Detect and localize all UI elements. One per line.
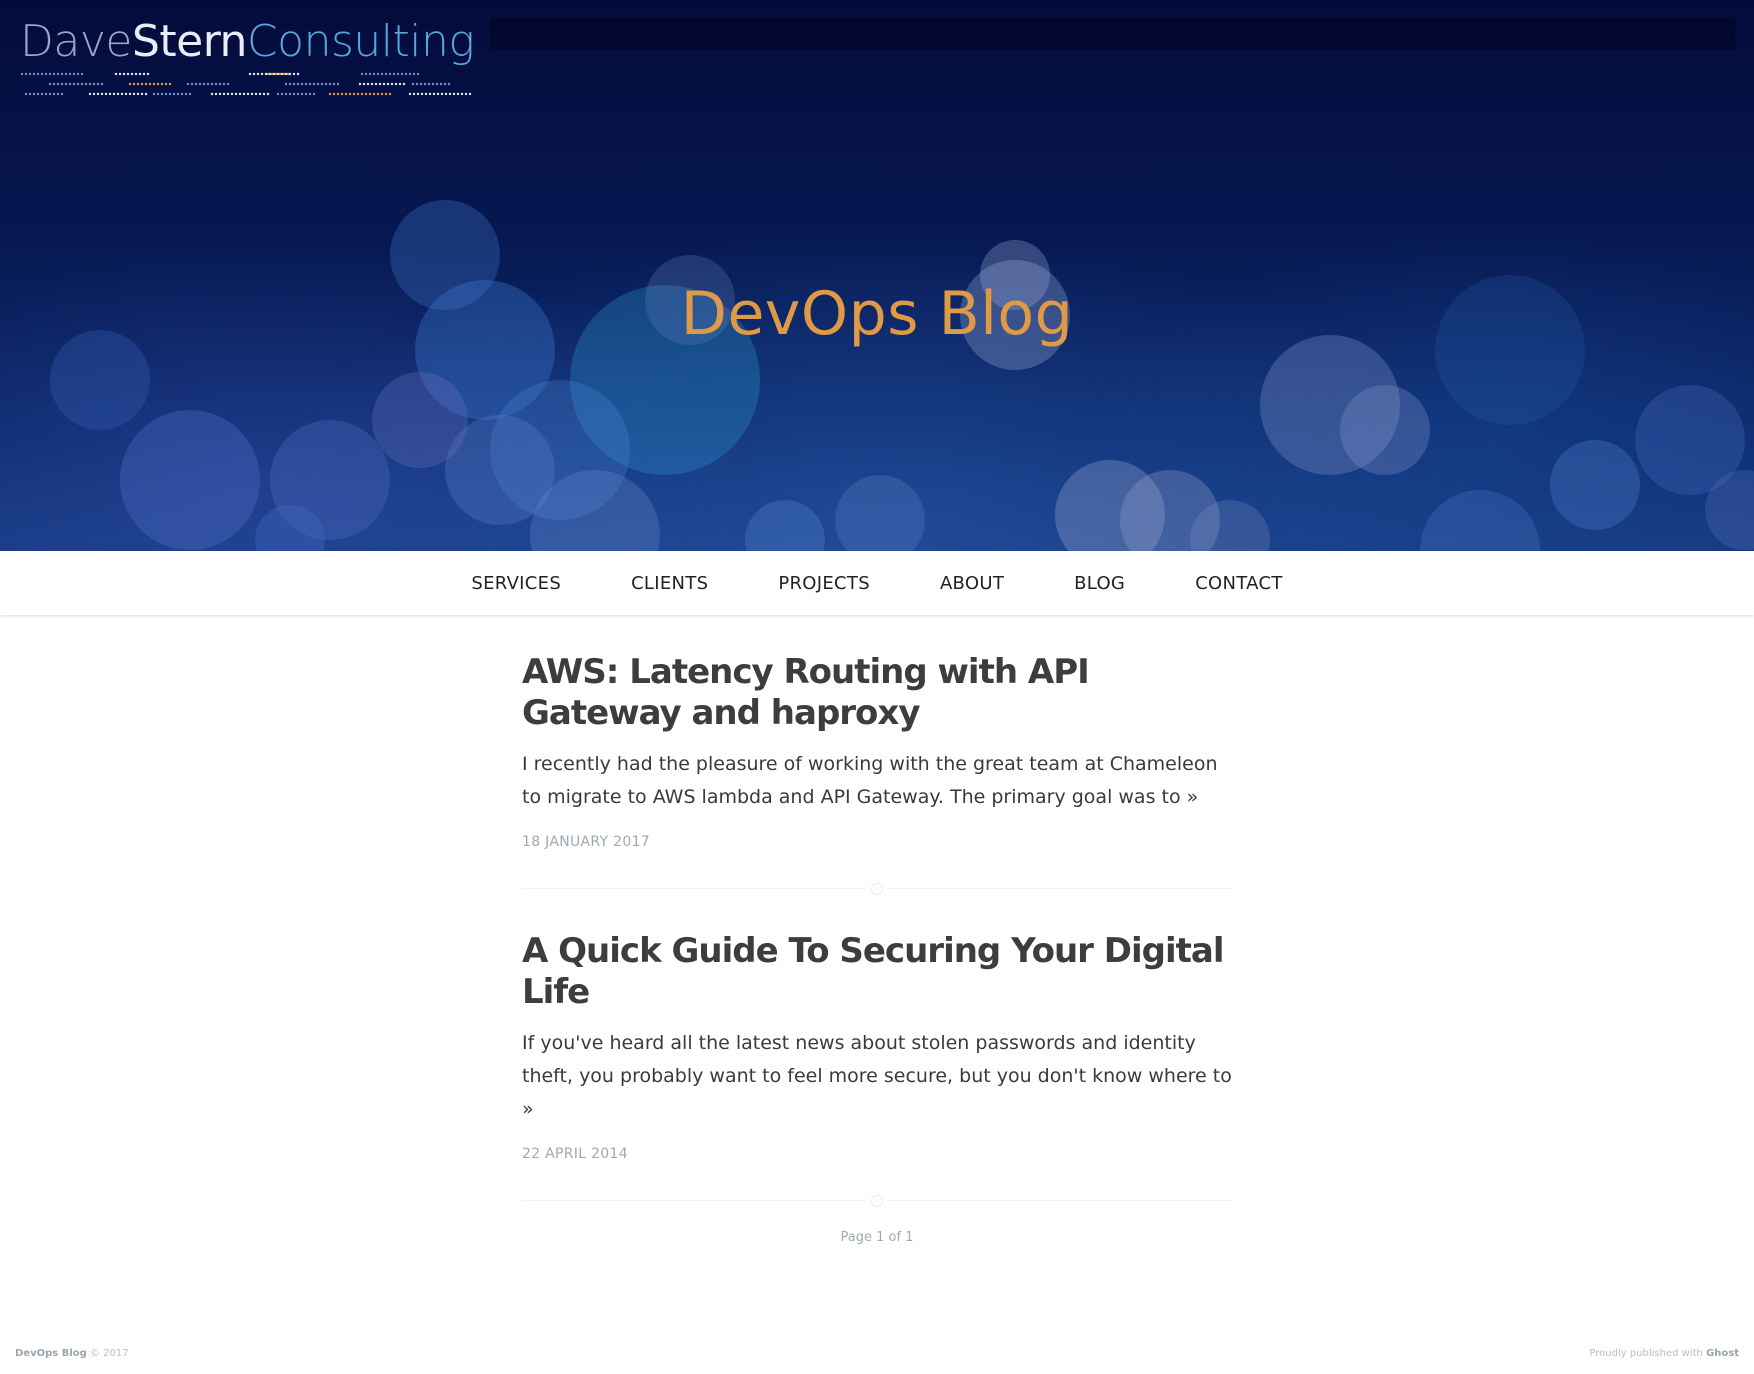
nav-item-services[interactable]: SERVICES: [471, 573, 561, 594]
post-divider: [522, 1195, 1232, 1207]
footer-copyright: DevOps Blog © 2017: [15, 1348, 129, 1359]
bokeh-circle: [1550, 440, 1640, 530]
post-excerpt: I recently had the pleasure of working w…: [522, 748, 1232, 814]
page-title: DevOps Blog: [680, 279, 1074, 350]
post-item: A Quick Guide To Securing Your Digital L…: [522, 931, 1232, 1162]
post-excerpt-text: I recently had the pleasure of working w…: [522, 753, 1218, 808]
post-title[interactable]: A Quick Guide To Securing Your Digital L…: [522, 931, 1232, 1013]
post-excerpt-text: If you've heard all the latest news abou…: [522, 1032, 1232, 1087]
bokeh-circle: [835, 475, 925, 551]
logo-last-name: Stern: [131, 16, 247, 67]
main-nav: SERVICES CLIENTS PROJECTS ABOUT BLOG CON…: [0, 551, 1754, 615]
post-item: AWS: Latency Routing with API Gateway an…: [522, 652, 1232, 850]
bokeh-circle: [1340, 385, 1430, 475]
post-divider: [522, 883, 1232, 895]
bokeh-circle: [1420, 490, 1540, 551]
logo-business: Consulting: [246, 16, 475, 67]
nav-item-clients[interactable]: CLIENTS: [631, 573, 708, 594]
nav-item-blog[interactable]: BLOG: [1074, 573, 1125, 594]
logo-dot-pattern: [20, 72, 472, 96]
bokeh-circle: [120, 410, 260, 550]
nav-item-about[interactable]: ABOUT: [940, 573, 1004, 594]
post-list: AWS: Latency Routing with API Gateway an…: [522, 652, 1232, 1243]
logo-first-name: Dave: [20, 16, 132, 67]
footer-site-link[interactable]: DevOps Blog: [15, 1348, 87, 1359]
bokeh-circle: [372, 372, 468, 468]
hero-banner: DaveSternConsulting DevOps Blog: [0, 0, 1754, 551]
nav-item-projects[interactable]: PROJECTS: [778, 573, 870, 594]
read-more-link[interactable]: »: [522, 1098, 534, 1120]
post-date: 18 JANUARY 2017: [522, 834, 650, 850]
read-more-link[interactable]: »: [1187, 786, 1199, 808]
footer-year: © 2017: [89, 1348, 129, 1359]
footer-ghost-link[interactable]: Ghost: [1706, 1348, 1739, 1359]
logo-wordmark: DaveSternConsulting: [20, 14, 475, 70]
site-logo[interactable]: DaveSternConsulting: [20, 14, 480, 104]
footer-credit: Proudly published with Ghost: [1589, 1348, 1739, 1359]
footer-published-text: Proudly published with: [1589, 1348, 1703, 1359]
post-title[interactable]: AWS: Latency Routing with API Gateway an…: [522, 652, 1232, 734]
post-date: 22 APRIL 2014: [522, 1146, 628, 1162]
pagination: Page 1 of 1: [840, 1230, 914, 1245]
post-excerpt: If you've heard all the latest news abou…: [522, 1027, 1232, 1126]
bokeh-circle: [745, 500, 825, 551]
nav-item-contact[interactable]: CONTACT: [1195, 573, 1282, 594]
